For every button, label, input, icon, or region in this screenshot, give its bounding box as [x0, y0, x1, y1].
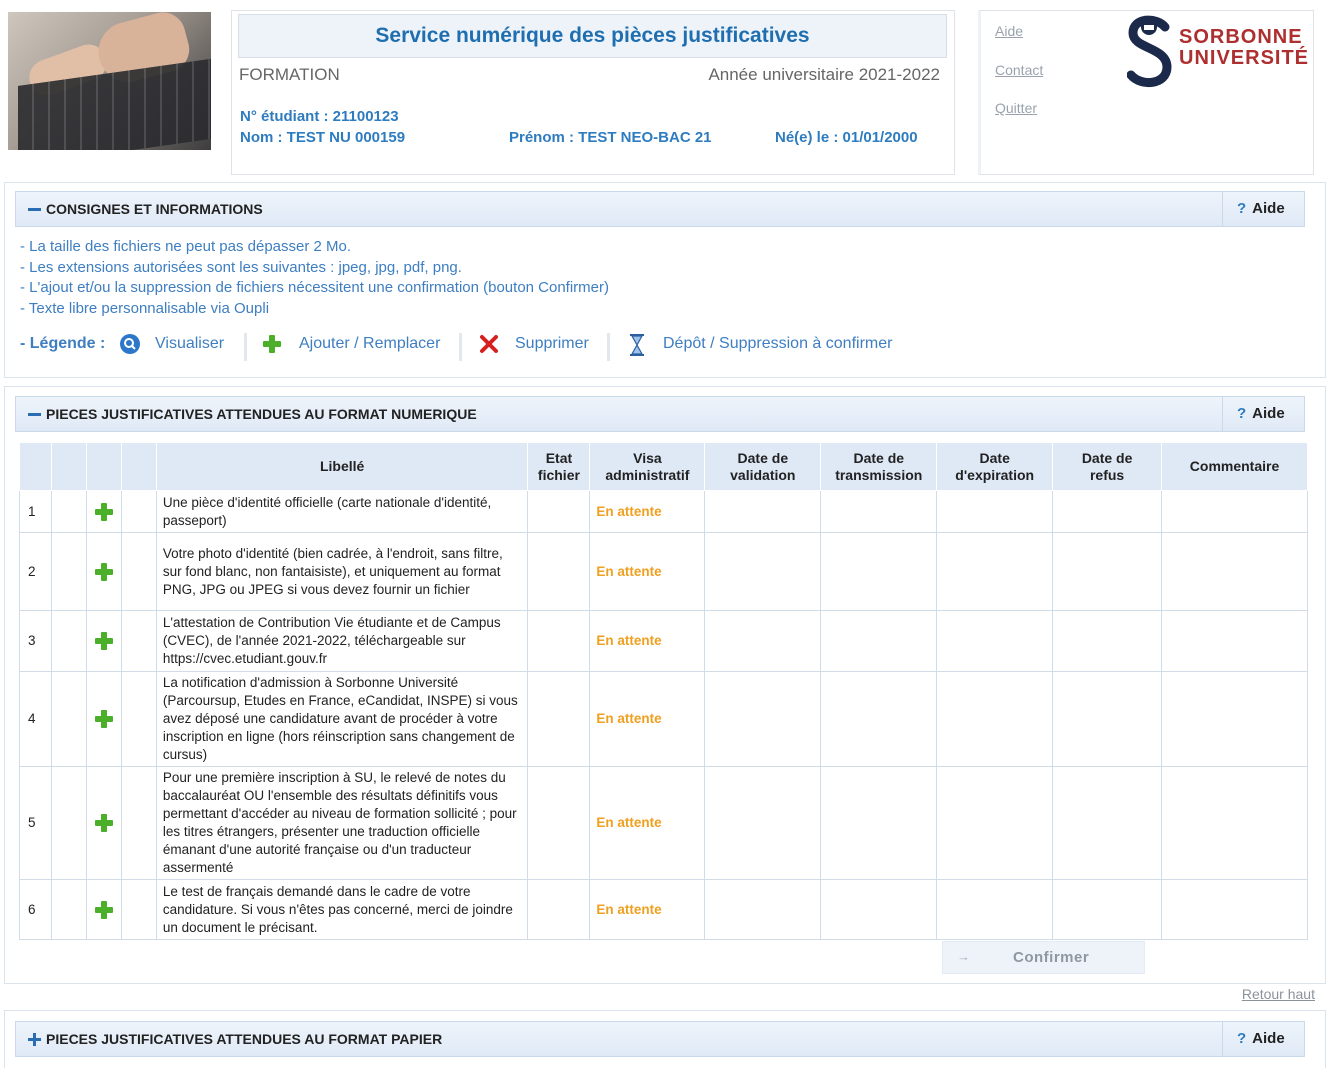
consigne-line: - Les extensions autorisées sont les sui… — [20, 259, 462, 276]
student-name: Nom : TEST NU 000159 — [240, 129, 406, 146]
col-etat: Etat fichier — [527, 442, 591, 491]
hourglass-icon — [630, 334, 644, 356]
row-visa: En attente — [589, 490, 706, 533]
col-expiration: Date d'expiration — [936, 442, 1054, 491]
header-photo — [8, 12, 211, 150]
table-header: Libellé Etat fichier Visa administratif Da… — [19, 442, 1308, 491]
visualiser-icon — [120, 334, 140, 354]
add-icon[interactable] — [85, 671, 122, 767]
table-row: 6 Le test de français demandé dans le ca… — [19, 879, 1308, 940]
row-number: 1 — [19, 490, 52, 533]
sorbonne-logo: SORBONNE UNIVERSITÉ — [1127, 11, 1317, 91]
legend-depot: Dépôt / Suppression à confirmer — [663, 335, 893, 352]
legend: - Légende : Visualiser Ajouter / Remplac… — [20, 333, 920, 361]
consigne-line: - L'ajout et/ou la suppression de fichie… — [20, 279, 610, 296]
contact-link[interactable]: Contact — [995, 62, 1043, 78]
aide-link[interactable]: Aide — [995, 23, 1023, 39]
row-visa: En attente — [589, 532, 706, 611]
row-number: 2 — [19, 532, 52, 611]
row-visa: En attente — [589, 879, 706, 940]
row-libelle: Une pièce d'identité officielle (carte n… — [155, 490, 529, 533]
row-libelle: Le test de français demandé dans le cadr… — [155, 879, 529, 940]
quitter-link[interactable]: Quitter — [995, 100, 1037, 116]
consignes-aide-button[interactable]: ? Aide — [1222, 192, 1304, 226]
add-icon[interactable] — [85, 879, 122, 940]
legend-supprimer: Supprimer — [515, 335, 589, 352]
section-title: PIECES JUSTIFICATIVES ATTENDUES AU FORMA… — [46, 1031, 443, 1047]
col-refus: Date de refus — [1052, 442, 1163, 491]
legend-visualiser: Visualiser — [155, 335, 225, 352]
consigne-line: - La taille des fichiers ne peut pas dép… — [20, 238, 352, 255]
row-visa: En attente — [589, 766, 706, 880]
consigne-line: - Texte libre personnalisable via Oupli — [20, 300, 270, 317]
row-number: 5 — [19, 766, 52, 880]
col-commentaire: Commentaire — [1161, 442, 1308, 491]
row-number: 4 — [19, 671, 52, 767]
formation-label: FORMATION — [239, 65, 340, 84]
row-libelle: La notification d'admission à Sorbonne U… — [155, 671, 529, 767]
section-title: PIECES JUSTIFICATIVES ATTENDUES AU FORMA… — [46, 406, 477, 422]
academic-year: Année universitaire 2021-2022 — [708, 65, 940, 84]
add-icon — [263, 335, 281, 353]
row-libelle: Pour une première inscription à SU, le r… — [155, 766, 529, 880]
row-visa: En attente — [589, 671, 706, 767]
numerique-section-header[interactable]: PIECES JUSTIFICATIVES ATTENDUES AU FORMA… — [15, 396, 1305, 432]
table-row: 4 La notification d'admission à Sorbonne… — [19, 671, 1308, 767]
col-validation: Date de validation — [704, 442, 822, 491]
student-header: Service numérique des pièces justificati… — [231, 10, 955, 175]
table-row: 1 Une pièce d'identité officielle (carte… — [19, 490, 1308, 533]
arrow-right-icon: → — [957, 949, 971, 964]
student-number: N° étudiant : 21100123 — [240, 108, 399, 125]
logo-text: SORBONNE UNIVERSITÉ — [1179, 26, 1310, 69]
papier-aide-button[interactable]: ? Aide — [1222, 1022, 1304, 1056]
retour-haut-link[interactable]: Retour haut — [1242, 986, 1315, 1002]
col-libelle: Libellé — [155, 442, 529, 491]
row-visa: En attente — [589, 610, 706, 672]
legend-label: - Légende : — [20, 335, 106, 352]
papier-section-header[interactable]: PIECES JUSTIFICATIVES ATTENDUES AU FORMA… — [15, 1021, 1305, 1057]
col-visa: Visa administratif — [589, 442, 706, 491]
numerique-aide-button[interactable]: ? Aide — [1222, 397, 1304, 431]
add-icon[interactable] — [85, 610, 122, 672]
legend-ajouter: Ajouter / Remplacer — [299, 335, 441, 352]
consignes-section-header[interactable]: CONSIGNES ET INFORMATIONS ? Aide — [15, 191, 1305, 227]
add-icon[interactable] — [85, 490, 122, 533]
top-nav: Aide Contact Quitter SORBONNE UNIVERSITÉ — [978, 10, 1314, 175]
row-libelle: L'attestation de Contribution Vie étudia… — [155, 610, 529, 672]
section-title: CONSIGNES ET INFORMATIONS — [46, 201, 263, 217]
collapse-icon[interactable] — [28, 413, 41, 416]
row-number: 3 — [19, 610, 52, 672]
pieces-table: Libellé Etat fichier Visa administratif Da… — [19, 442, 1308, 940]
table-row: 3 L'attestation de Contribution Vie étud… — [19, 610, 1308, 672]
row-number: 6 — [19, 879, 52, 940]
row-libelle: Votre photo d'identité (bien cadrée, à l… — [155, 532, 529, 611]
delete-icon — [480, 335, 498, 353]
table-row: 5 Pour une première inscription à SU, le… — [19, 766, 1308, 880]
table-row: 2 Votre photo d'identité (bien cadrée, à… — [19, 532, 1308, 611]
page-title: Service numérique des pièces justificati… — [238, 14, 947, 58]
add-icon[interactable] — [85, 766, 122, 880]
student-firstname: Prénom : TEST NEO-BAC 21 — [509, 129, 712, 146]
collapse-icon[interactable] — [28, 208, 41, 211]
confirmer-button[interactable]: → Confirmer — [942, 941, 1145, 974]
add-icon[interactable] — [85, 532, 122, 611]
student-birthdate: Né(e) le : 01/01/2000 — [775, 129, 918, 146]
col-transmission: Date de transmission — [820, 442, 938, 491]
sorbonne-s-icon — [1127, 15, 1172, 87]
